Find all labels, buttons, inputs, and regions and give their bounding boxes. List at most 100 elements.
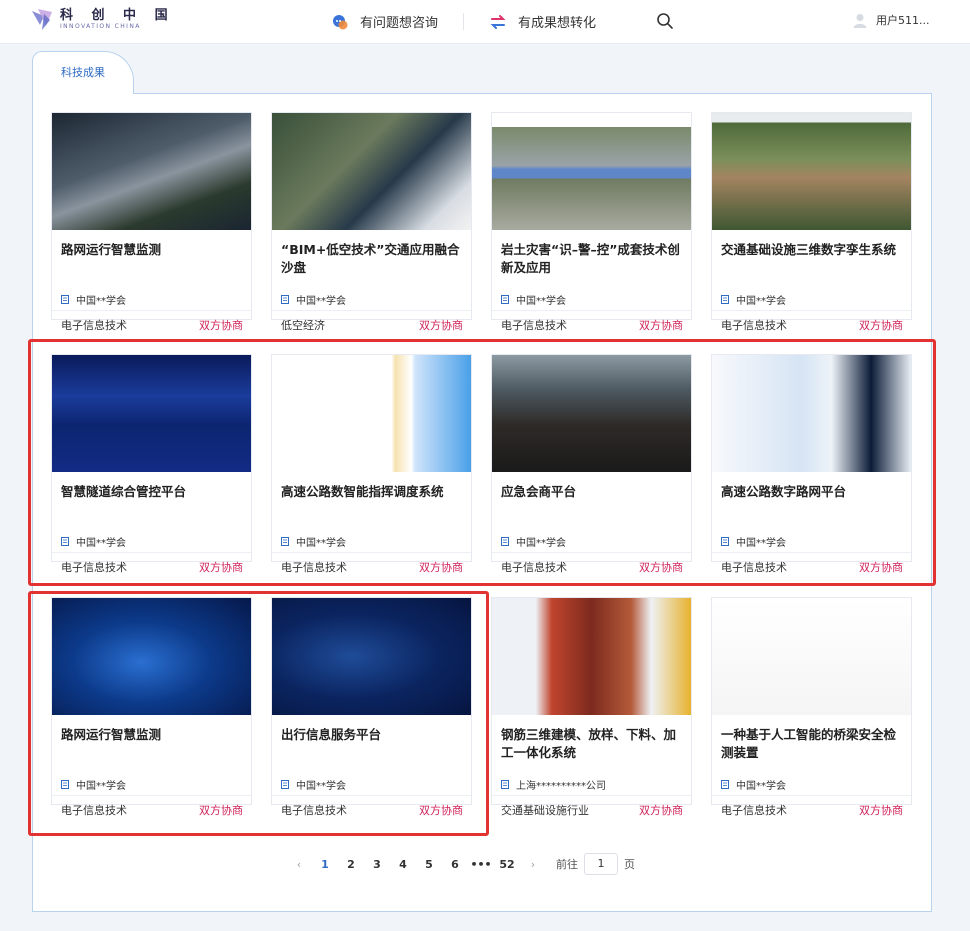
page-button-4[interactable]: 4 xyxy=(390,858,416,871)
building-icon xyxy=(281,537,289,546)
card-org-name: 中国**学会 xyxy=(76,781,126,792)
card-title[interactable]: 岩土灾害“识–警–控”成套技术创新及应用 xyxy=(501,241,686,277)
next-page-button[interactable]: › xyxy=(520,858,546,871)
card-org: 中国**学会 xyxy=(281,534,346,549)
prev-page-button[interactable]: ‹ xyxy=(286,858,312,871)
card-thumbnail[interactable] xyxy=(712,113,911,230)
logo-mark-icon xyxy=(32,9,52,30)
card-org-name: 中国**学会 xyxy=(736,781,786,792)
card-thumbnail[interactable] xyxy=(712,598,911,715)
card-category: 电子信息技术 xyxy=(61,561,127,574)
building-icon xyxy=(61,780,69,789)
building-icon xyxy=(501,295,509,304)
card-org: 中国**学会 xyxy=(721,534,786,549)
building-icon xyxy=(61,537,69,546)
building-icon xyxy=(721,537,729,546)
card-thumbnail[interactable] xyxy=(272,113,471,230)
card-org: 中国**学会 xyxy=(61,534,126,549)
card-title[interactable]: 钢筋三维建模、放样、下料、加工一体化系统 xyxy=(501,726,686,762)
card-thumbnail[interactable] xyxy=(492,355,691,472)
card-negotiation-tag: 双方协商 xyxy=(419,804,463,817)
card-thumbnail[interactable] xyxy=(272,355,471,472)
user-menu[interactable]: 用户511... xyxy=(852,12,930,28)
card-category: 电子信息技术 xyxy=(721,804,787,817)
result-card[interactable]: “BIM+低空技术”交通应用融合沙盘 中国**学会 低空经济 双方协商 xyxy=(271,112,472,332)
page-button-2[interactable]: 2 xyxy=(338,858,364,871)
result-card[interactable]: 钢筋三维建模、放样、下料、加工一体化系统 上海**********公司 交通基础设施… xyxy=(491,597,692,817)
card-negotiation-tag: 双方协商 xyxy=(859,319,903,332)
card-negotiation-tag: 双方协商 xyxy=(419,561,463,574)
card-title[interactable]: 高速公路数字路网平台 xyxy=(721,483,906,501)
card-footer: 电子信息技术 双方协商 xyxy=(52,310,251,336)
page-ellipsis-button[interactable]: ••• xyxy=(468,858,494,871)
card-footer: 电子信息技术 双方协商 xyxy=(712,310,911,336)
card-thumbnail[interactable] xyxy=(712,355,911,472)
card-org-name: 中国**学会 xyxy=(296,538,346,549)
card-org-name: 中国**学会 xyxy=(296,296,346,307)
card-thumbnail[interactable] xyxy=(272,598,471,715)
result-card[interactable]: 出行信息服务平台 中国**学会 电子信息技术 双方协商 xyxy=(271,597,472,817)
card-negotiation-tag: 双方协商 xyxy=(859,804,903,817)
result-card[interactable]: 高速公路数字路网平台 中国**学会 电子信息技术 双方协商 xyxy=(711,354,912,574)
card-footer: 电子信息技术 双方协商 xyxy=(712,552,911,578)
page-button-last[interactable]: 52 xyxy=(494,858,520,871)
card-org: 中国**学会 xyxy=(721,292,786,307)
card-negotiation-tag: 双方协商 xyxy=(639,319,683,332)
result-card[interactable]: 交通基础设施三维数字孪生系统 中国**学会 电子信息技术 双方协商 xyxy=(711,112,912,332)
tab-tech-achievements[interactable]: 科技成果 xyxy=(32,51,134,94)
card-title[interactable]: 一种基于人工智能的桥梁安全检测装置 xyxy=(721,726,906,762)
result-card[interactable]: 高速公路数智能指挥调度系统中国**学会电子信息技术 双方协商 xyxy=(271,354,472,574)
card-footer: 电子信息技术 双方协商 xyxy=(272,795,471,821)
card-thumbnail[interactable] xyxy=(492,113,691,230)
card-category: 电子信息技术 xyxy=(281,561,347,574)
card-thumbnail[interactable] xyxy=(52,113,251,230)
goto-suffix: 页 xyxy=(624,858,635,871)
card-category: 电子信息技术 xyxy=(61,319,127,332)
nav-consult[interactable]: 有问题想咨询 xyxy=(332,12,438,31)
card-category: 电子信息技术 xyxy=(721,561,787,574)
card-title[interactable]: 路网运行智慧监测 xyxy=(61,726,246,744)
logo-text-cn: 科 创 中 国 xyxy=(60,7,175,23)
card-org: 中国**学会 xyxy=(61,777,126,792)
card-thumbnail[interactable] xyxy=(52,355,251,472)
transfer-icon xyxy=(490,14,506,29)
result-card[interactable]: 一种基于人工智能的桥梁安全检测装置中国**学会电子信息技术 双方协商 xyxy=(711,597,912,817)
card-org-name: 中国**学会 xyxy=(516,538,566,549)
card-thumbnail[interactable] xyxy=(52,598,251,715)
result-card[interactable]: 岩土灾害“识–警–控”成套技术创新及应用 中国**学会 电子信息技术 双方协商 xyxy=(491,112,692,332)
logo-text-en: INNOVATION CHINA xyxy=(60,22,141,30)
card-negotiation-tag: 双方协商 xyxy=(859,561,903,574)
result-card[interactable]: 路网运行智慧监测 中国**学会 电子信息技术 双方协商 xyxy=(51,597,252,817)
result-card[interactable]: 智慧隧道综合管控平台 中国**学会 电子信息技术 双方协商 xyxy=(51,354,252,574)
page-button-3[interactable]: 3 xyxy=(364,858,390,871)
result-card[interactable]: 应急会商平台中国**学会电子信息技术 双方协商 xyxy=(491,354,692,574)
card-title[interactable]: 高速公路数智能指挥调度系统 xyxy=(281,483,466,501)
site-logo[interactable]: 科 创 中 国 INNOVATION CHINA xyxy=(30,6,175,32)
search-icon[interactable] xyxy=(656,12,674,30)
card-negotiation-tag: 双方协商 xyxy=(639,561,683,574)
card-org: 中国**学会 xyxy=(721,777,786,792)
card-title[interactable]: “BIM+低空技术”交通应用融合沙盘 xyxy=(281,241,466,277)
card-title[interactable]: 路网运行智慧监测 xyxy=(61,241,246,259)
card-title[interactable]: 应急会商平台 xyxy=(501,483,686,501)
pagination: ‹ 1 2 3 4 5 6 ••• 52 › 前往 1 页 xyxy=(286,853,635,875)
card-category: 低空经济 xyxy=(281,319,325,332)
card-title[interactable]: 交通基础设施三维数字孪生系统 xyxy=(721,241,906,259)
card-category: 电子信息技术 xyxy=(501,561,567,574)
card-title[interactable]: 出行信息服务平台 xyxy=(281,726,466,744)
card-category: 交通基础设施行业 xyxy=(501,804,589,817)
card-title[interactable]: 智慧隧道综合管控平台 xyxy=(61,483,246,501)
card-footer: 低空经济 双方协商 xyxy=(272,310,471,336)
result-card[interactable]: 路网运行智慧监测 中国**学会 电子信息技术 双方协商 xyxy=(51,112,252,332)
nav-transform[interactable]: 有成果想转化 xyxy=(490,12,596,31)
page-button-6[interactable]: 6 xyxy=(442,858,468,871)
card-org: 中国**学会 xyxy=(501,292,566,307)
page-button-1[interactable]: 1 xyxy=(312,858,338,871)
goto-page-input[interactable]: 1 xyxy=(584,853,618,875)
card-org-name: 中国**学会 xyxy=(516,296,566,307)
card-org: 中国**学会 xyxy=(501,534,566,549)
card-org: 中国**学会 xyxy=(281,292,346,307)
card-thumbnail[interactable] xyxy=(492,598,691,715)
card-org: 中国**学会 xyxy=(61,292,126,307)
page-button-5[interactable]: 5 xyxy=(416,858,442,871)
